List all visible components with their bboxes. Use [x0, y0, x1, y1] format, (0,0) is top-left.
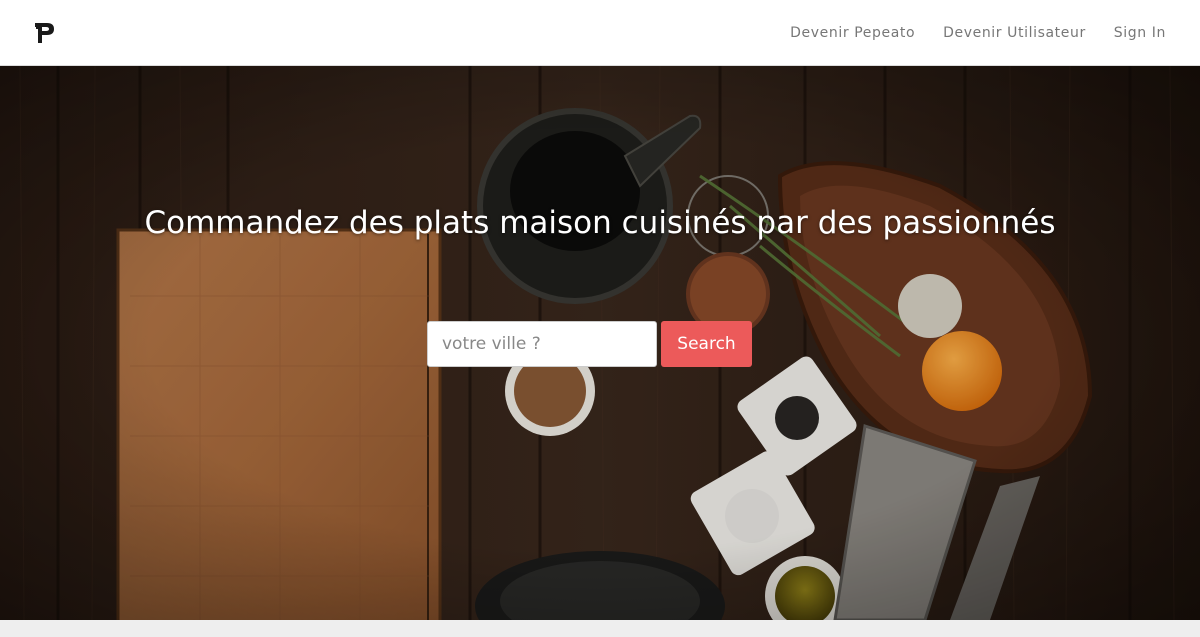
nav-link-devenir-utilisateur[interactable]: Devenir Utilisateur [943, 25, 1086, 41]
top-navbar: Devenir Pepeato Devenir Utilisateur Sign… [0, 0, 1200, 66]
nav-link-sign-in[interactable]: Sign In [1114, 25, 1166, 41]
pepeato-logo-icon[interactable] [34, 21, 56, 45]
city-search-form: Search [427, 321, 752, 367]
hero-section: Commandez des plats maison cuisinés par … [0, 66, 1200, 620]
hero-headline: Commandez des plats maison cuisinés par … [144, 205, 1056, 241]
search-button[interactable]: Search [661, 321, 752, 367]
city-search-input[interactable] [427, 321, 657, 367]
nav-links: Devenir Pepeato Devenir Utilisateur Sign… [790, 0, 1166, 66]
nav-link-devenir-pepeato[interactable]: Devenir Pepeato [790, 25, 915, 41]
page-bottom-strip [0, 620, 1200, 637]
